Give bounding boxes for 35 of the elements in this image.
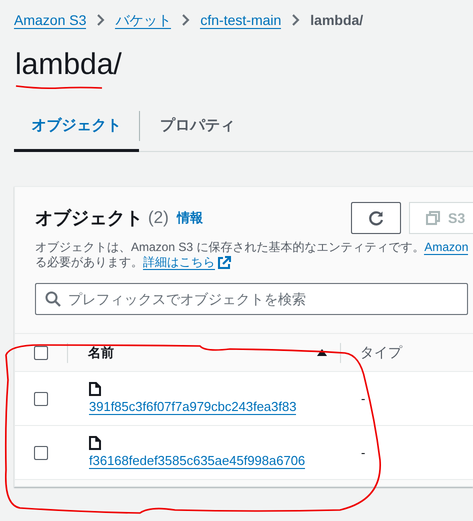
panel-heading: オブジェクト [35,207,143,230]
object-link[interactable]: f36168fedef3585c635ae45f998a6706 [89,454,306,469]
file-icon [89,436,101,450]
tab[interactable]: オブジェクト [14,102,139,152]
refresh-button[interactable] [351,202,401,234]
description-text: オブジェクトは、Amazon S3 に保存された基本的なエンティティです。 [35,240,424,255]
breadcrumb-link[interactable]: cfn-test-main [200,12,282,28]
row-checkbox[interactable] [34,446,48,460]
tab[interactable]: プロパティ [140,102,255,152]
external-link-icon [217,256,231,270]
table-cell: - [361,391,366,406]
amazon-s3-link[interactable]: Amazon [424,240,468,255]
file-icon [89,382,101,396]
column-header[interactable]: タイプ [360,344,402,360]
search-icon [45,291,61,307]
description-text: る必要があります。 [35,255,143,270]
page-title: lambda/ [15,49,122,81]
refresh-icon [367,209,385,227]
column-header[interactable]: 名前 [88,344,114,362]
chevron-icon [181,14,190,26]
search-field[interactable]: プレフィックスでオブジェクトを検索 [35,283,468,315]
chevron-icon [96,14,106,26]
details-link[interactable]: 詳細はこちら [143,255,215,270]
sort-icon[interactable] [316,348,328,357]
object-count: (2) [148,208,169,228]
breadcrumb-link[interactable]: Amazon S3 [14,12,86,28]
info-link[interactable]: 情報 [176,209,203,227]
chevron-icon [291,14,300,26]
copy-icon [426,211,440,225]
table-cell: - [361,445,366,460]
row-checkbox[interactable] [34,392,48,406]
breadcrumb-current: lambda/ [310,12,364,28]
object-link[interactable]: 391f85c3f6f07f7a979cbc243fea3f83 [89,400,296,415]
select-all-checkbox[interactable] [34,346,48,360]
breadcrumb-link[interactable]: バケット [115,12,172,28]
